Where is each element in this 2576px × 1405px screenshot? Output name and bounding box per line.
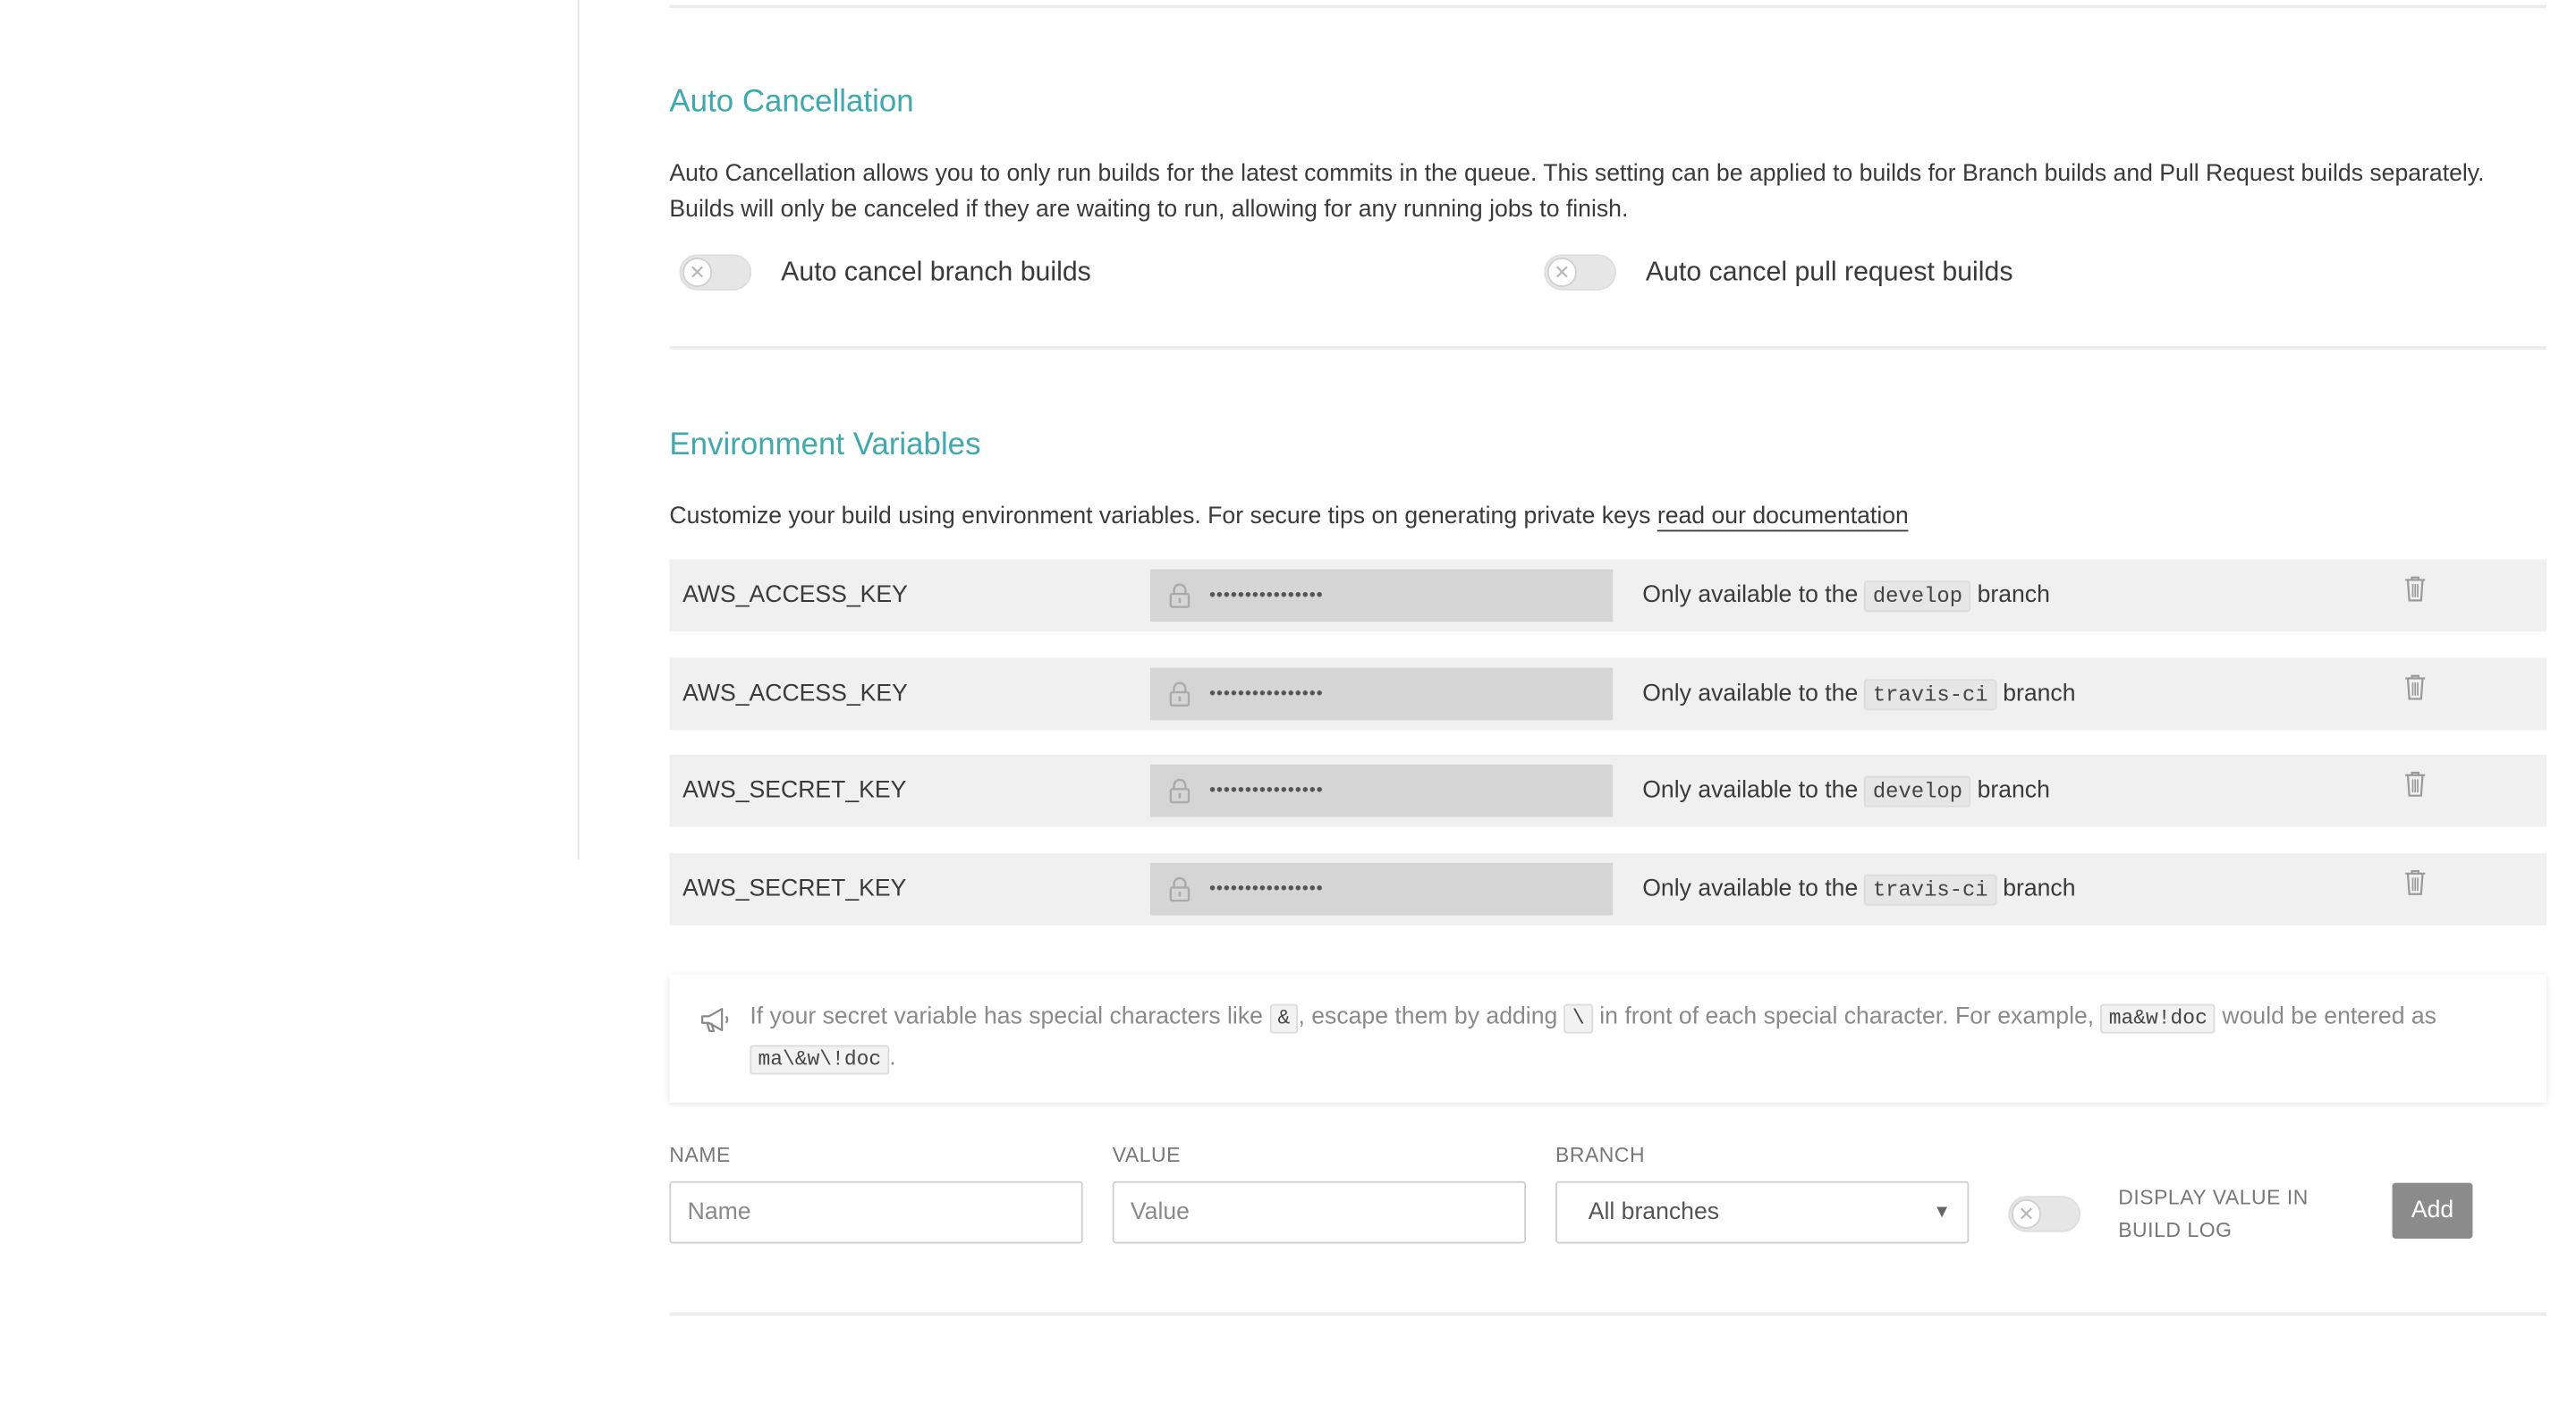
env-var-row: AWS_SECRET_KEY •••••••••••••••• Only ava… bbox=[669, 754, 2546, 829]
display-value-toggle[interactable]: ✕ bbox=[2008, 1196, 2081, 1232]
masked-value-text: •••••••••••••••• bbox=[1208, 781, 1324, 801]
masked-value-text: •••••••••••••••• bbox=[1208, 585, 1324, 605]
lock-icon bbox=[1168, 582, 1191, 608]
lock-icon bbox=[1168, 681, 1191, 707]
branch-name: travis-ci bbox=[1864, 874, 1996, 906]
notice-text-part: . bbox=[889, 1045, 896, 1071]
auto-cancellation-title: Auto Cancellation bbox=[669, 85, 914, 120]
branch-name: travis-ci bbox=[1864, 679, 1996, 711]
section-divider bbox=[669, 346, 2546, 350]
branch-prefix: Only available to the bbox=[1642, 876, 1859, 902]
toggle-off-x-icon: ✕ bbox=[682, 258, 713, 288]
env-var-masked-value: •••••••••••••••• bbox=[1149, 764, 1614, 817]
name-input[interactable] bbox=[669, 1181, 1083, 1244]
name-label: NAME bbox=[669, 1143, 731, 1167]
trash-icon[interactable] bbox=[2403, 868, 2427, 897]
env-var-branch: Only available to the travis-ci branch bbox=[1642, 658, 2076, 732]
branch-suffix: branch bbox=[2003, 681, 2076, 707]
branch-label: BRANCH bbox=[1555, 1143, 1646, 1167]
env-var-branch: Only available to the develop branch bbox=[1642, 560, 2050, 634]
env-var-name: AWS_ACCESS_KEY bbox=[682, 681, 908, 707]
auto-cancel-branch-toggle[interactable]: ✕ bbox=[679, 254, 752, 291]
megaphone-icon bbox=[699, 1005, 732, 1035]
notice-code: ma\&w\!doc bbox=[750, 1045, 890, 1075]
auto-cancel-pr-toggle[interactable]: ✕ bbox=[1544, 254, 1616, 291]
lock-icon bbox=[1168, 876, 1191, 902]
notice-text-part: If your secret variable has special char… bbox=[750, 1003, 1263, 1031]
env-var-branch: Only available to the develop branch bbox=[1642, 755, 2050, 829]
notice-text-part: would be entered as bbox=[2222, 1003, 2436, 1031]
toggle-off-x-icon: ✕ bbox=[2011, 1198, 2041, 1229]
display-value-label: DISPLAY VALUE IN BUILD LOG bbox=[2118, 1186, 2309, 1242]
notice-text: If your secret variable has special char… bbox=[750, 997, 2488, 1079]
branch-name: develop bbox=[1864, 775, 1971, 808]
auto-cancel-pr-setting: ✕ Auto cancel pull request builds bbox=[1544, 254, 2013, 291]
branch-select[interactable]: All branches ▼ bbox=[1555, 1181, 1970, 1244]
settings-page: Auto Cancellation Auto Cancellation allo… bbox=[0, 0, 2576, 1405]
value-label: VALUE bbox=[1112, 1143, 1181, 1167]
add-button[interactable]: Add bbox=[2392, 1182, 2473, 1239]
sidebar-divider bbox=[577, 0, 580, 860]
auto-cancellation-description: Auto Cancellation allows you to only run… bbox=[669, 160, 2485, 224]
env-var-name: AWS_SECRET_KEY bbox=[682, 876, 907, 902]
section-divider bbox=[669, 1312, 2546, 1316]
notice-text-part: , escape them by adding bbox=[1298, 1003, 1558, 1031]
trash-icon[interactable] bbox=[2403, 769, 2427, 799]
branch-prefix: Only available to the bbox=[1642, 582, 1859, 609]
env-var-masked-value: •••••••••••••••• bbox=[1149, 569, 1614, 622]
env-vars-description: Customize your build using environment v… bbox=[669, 499, 2546, 535]
branch-suffix: branch bbox=[1977, 777, 2050, 804]
branch-select-value: All branches bbox=[1588, 1198, 1720, 1226]
env-var-masked-value: •••••••••••••••• bbox=[1149, 862, 1614, 916]
env-var-name: AWS_SECRET_KEY bbox=[682, 777, 907, 804]
env-var-branch: Only available to the travis-ci branch bbox=[1642, 853, 2076, 927]
notice-code: \ bbox=[1563, 1003, 1593, 1034]
branch-suffix: branch bbox=[2003, 876, 2076, 902]
notice-code: & bbox=[1269, 1003, 1299, 1034]
documentation-link[interactable]: read our documentation bbox=[1657, 504, 1909, 532]
branch-prefix: Only available to the bbox=[1642, 681, 1859, 707]
env-var-row: AWS_ACCESS_KEY •••••••••••••••• Only ava… bbox=[669, 559, 2546, 634]
branch-prefix: Only available to the bbox=[1642, 777, 1859, 804]
notice-code: ma&w!doc bbox=[2100, 1003, 2216, 1034]
env-var-row: AWS_SECRET_KEY •••••••••••••••• Only ava… bbox=[669, 852, 2546, 927]
branch-name: develop bbox=[1864, 580, 1971, 613]
auto-cancel-pr-label: Auto cancel pull request builds bbox=[1645, 257, 2013, 287]
env-vars-title: Environment Variables bbox=[669, 427, 981, 463]
toggle-off-x-icon: ✕ bbox=[1546, 258, 1577, 288]
special-characters-notice: If your secret variable has special char… bbox=[669, 974, 2546, 1103]
trash-icon[interactable] bbox=[2403, 574, 2427, 604]
masked-value-text: •••••••••••••••• bbox=[1208, 879, 1324, 900]
auto-cancel-branch-label: Auto cancel branch builds bbox=[781, 257, 1091, 287]
trash-icon[interactable] bbox=[2403, 673, 2427, 702]
masked-value-text: •••••••••••••••• bbox=[1208, 683, 1324, 704]
env-var-name: AWS_ACCESS_KEY bbox=[682, 582, 908, 609]
notice-text-part: in front of each special character. For … bbox=[1599, 1003, 2095, 1031]
env-vars-description-text: Customize your build using environment v… bbox=[669, 504, 1651, 530]
section-divider bbox=[669, 4, 2546, 9]
auto-cancel-branch-setting: ✕ Auto cancel branch builds bbox=[679, 254, 1091, 291]
env-var-row: AWS_ACCESS_KEY •••••••••••••••• Only ava… bbox=[669, 657, 2546, 732]
value-input[interactable] bbox=[1112, 1181, 1526, 1244]
env-var-masked-value: •••••••••••••••• bbox=[1149, 667, 1614, 721]
caret-down-icon: ▼ bbox=[1933, 1202, 1952, 1223]
lock-icon bbox=[1168, 778, 1191, 804]
branch-suffix: branch bbox=[1977, 582, 2050, 609]
